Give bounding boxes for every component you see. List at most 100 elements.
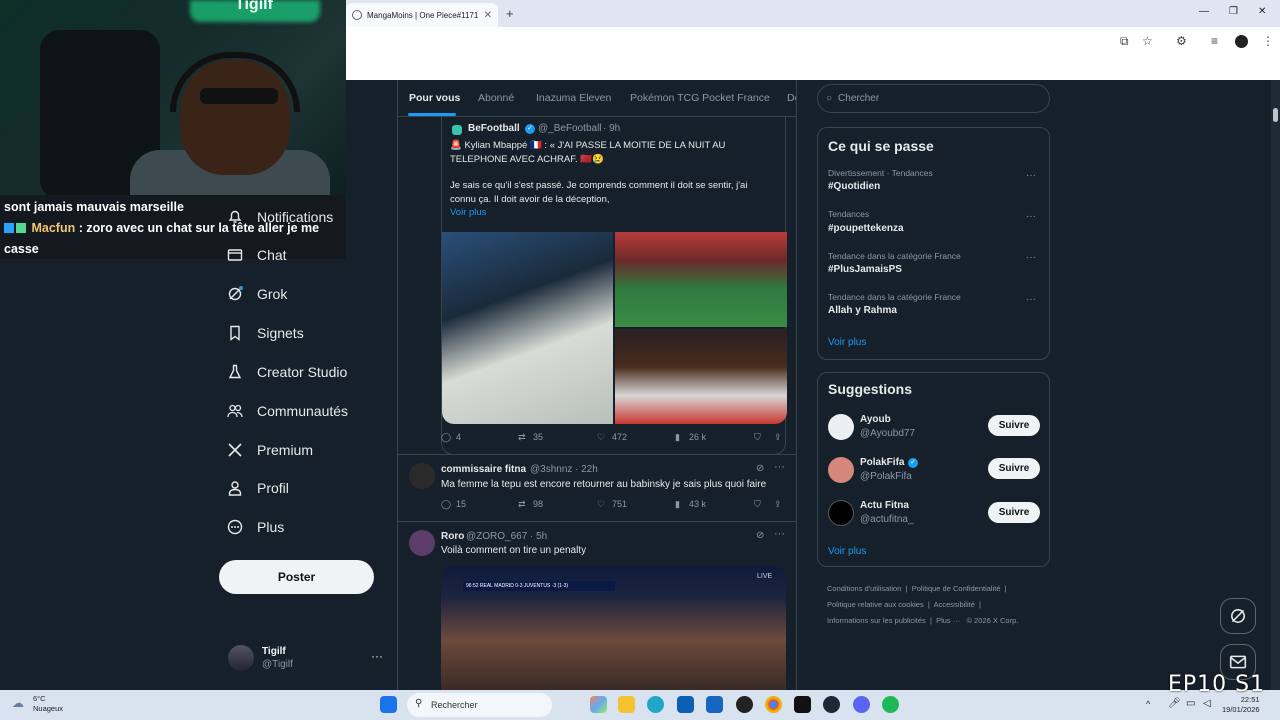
minimize-button[interactable]: —	[1199, 6, 1209, 17]
tiktok-icon[interactable]	[794, 696, 811, 713]
new-tab-button[interactable]: +	[506, 6, 514, 21]
share-icon[interactable]: ⇪	[774, 499, 782, 510]
more-icon[interactable]: ···	[1026, 252, 1036, 263]
taskbar-search[interactable]: ⚲ Rechercher	[407, 693, 552, 717]
views-icon[interactable]: ▮	[675, 499, 680, 510]
microphone-icon[interactable]: 🎤︎	[1168, 698, 1181, 709]
edge-icon[interactable]	[647, 696, 664, 713]
post-handle[interactable]: @ZORO_667	[466, 530, 527, 544]
more-icon[interactable]: ···	[371, 649, 383, 663]
spotify-icon[interactable]	[882, 696, 899, 713]
repost-icon[interactable]: ⇄	[518, 432, 526, 443]
nav-plus[interactable]: Plus	[226, 516, 284, 538]
tab-more[interactable]: Dé	[787, 92, 796, 104]
nav-signets[interactable]: Signets	[226, 322, 304, 344]
cast-icon[interactable]: ⧉	[1120, 34, 1129, 49]
profile-avatar-icon[interactable]	[1235, 35, 1248, 48]
page-scrollbar[interactable]	[1271, 80, 1280, 690]
repost-icon[interactable]: ⇄	[518, 499, 526, 510]
footer-link[interactable]: Accessibilité	[934, 600, 975, 609]
footer-link[interactable]: Conditions d'utilisation	[827, 584, 901, 593]
bookmark-icon[interactable]: ⛉	[754, 432, 761, 443]
trends-see-more-link[interactable]: Voir plus	[828, 337, 866, 348]
nav-communautes[interactable]: Communautés	[226, 400, 348, 422]
volume-icon[interactable]: ◁	[1203, 698, 1211, 709]
windows-start-icon[interactable]	[380, 696, 397, 713]
nav-profil[interactable]: Profil	[226, 477, 289, 499]
nav-grok[interactable]: Grok	[226, 283, 287, 305]
avatar[interactable]	[409, 463, 435, 489]
trend-name[interactable]: #PlusJamaisPS	[828, 264, 902, 275]
chrome-icon[interactable]	[765, 696, 782, 713]
see-more-link[interactable]: Voir plus	[450, 207, 486, 218]
media-icon[interactable]: ≡	[1211, 34, 1218, 48]
avatar[interactable]	[828, 457, 854, 483]
tab-pokemon[interactable]: Pokémon TCG Pocket France	[630, 92, 770, 104]
like-icon[interactable]: ♡	[597, 432, 605, 443]
taskbar-clock[interactable]: 22:51 19/01/2026	[1222, 695, 1260, 715]
avatar[interactable]	[828, 414, 854, 440]
tab-inazuma[interactable]: Inazuma Eleven	[536, 92, 611, 104]
share-icon[interactable]: ⇪	[774, 432, 782, 443]
trend-name[interactable]: #poupettekenza	[828, 223, 904, 234]
chrome-menu-icon[interactable]: ⋮	[1262, 34, 1274, 48]
discord-icon[interactable]	[853, 696, 870, 713]
suggestion-handle[interactable]: @Ayoubd77	[860, 428, 915, 439]
tab-abonne[interactable]: Abonné	[478, 92, 514, 104]
footer-link[interactable]: Informations sur les publicités	[827, 616, 926, 625]
suggestion-name[interactable]: PolakFifa	[860, 457, 904, 468]
avatar[interactable]	[828, 500, 854, 526]
steam-icon[interactable]	[823, 696, 840, 713]
suggestions-see-more-link[interactable]: Voir plus	[828, 546, 866, 557]
more-icon[interactable]: ···	[1026, 211, 1036, 222]
outlook-icon[interactable]	[706, 696, 723, 713]
grok-icon[interactable]: ⊘	[756, 463, 764, 474]
follow-button[interactable]: Suivre	[988, 415, 1040, 436]
post-author[interactable]: BeFootball	[468, 122, 520, 136]
network-icon[interactable]: ▭	[1186, 698, 1195, 709]
tab-close-icon[interactable]: ✕	[484, 10, 492, 21]
store-icon[interactable]	[677, 696, 694, 713]
search-input[interactable]: ○ Chercher	[817, 84, 1050, 113]
nav-chat[interactable]: Chat	[226, 244, 287, 266]
trend-name[interactable]: #Quotidien	[828, 181, 880, 192]
browser-tab[interactable]: MangaMoins | One Piece#1171 ✕	[346, 3, 498, 27]
more-icon[interactable]: ···	[1026, 294, 1036, 305]
maximize-button[interactable]: ❐	[1229, 6, 1238, 17]
bookmark-star-icon[interactable]: ☆	[1142, 34, 1153, 48]
footer-link[interactable]: Politique relative aux cookies	[827, 600, 924, 609]
suggestion-handle[interactable]: @actufitna_	[860, 514, 914, 525]
post-image-mbappe[interactable]	[442, 232, 613, 424]
account-switcher[interactable]: Tigilf @Tigilf ···	[228, 645, 384, 673]
tray-chevron-icon[interactable]: ^	[1146, 699, 1150, 709]
footer-link[interactable]: Politique de Confidentialité	[912, 584, 1001, 593]
bookmark-icon[interactable]: ⛉	[754, 499, 761, 510]
grok-icon[interactable]: ⊘	[756, 530, 764, 541]
suggestion-name[interactable]: Actu Fitna	[860, 500, 909, 511]
post-author[interactable]: Roro	[441, 530, 464, 544]
suggestion-handle[interactable]: @PolakFifa	[860, 471, 912, 482]
reply-icon[interactable]: ◯	[441, 432, 451, 443]
weather-widget[interactable]: ☁ 6°C Nuageux	[12, 694, 63, 714]
post-image-player[interactable]	[615, 329, 787, 424]
obs-icon[interactable]	[736, 696, 753, 713]
like-icon[interactable]: ♡	[597, 499, 605, 510]
avatar[interactable]	[409, 530, 435, 556]
footer-link[interactable]: Plus ···	[936, 616, 960, 625]
suggestion-name[interactable]: Ayoub	[860, 414, 891, 425]
post-image-stadium[interactable]	[615, 232, 787, 327]
scrollbar-thumb[interactable]	[1273, 108, 1278, 122]
more-icon[interactable]: ···	[1026, 170, 1036, 181]
post-video[interactable]: 96:52 REAL MADRID 0-3 JUVENTUS ·3 (1-3) …	[441, 566, 786, 690]
post-handle[interactable]: @_BeFootball	[538, 122, 602, 136]
copilot-icon[interactable]	[590, 696, 607, 713]
post-handle[interactable]: @3shnnz	[530, 463, 572, 477]
extensions-icon[interactable]: ⚙	[1176, 34, 1187, 48]
follow-button[interactable]: Suivre	[988, 502, 1040, 523]
close-window-button[interactable]: ✕	[1258, 6, 1266, 17]
follow-button[interactable]: Suivre	[988, 458, 1040, 479]
post-button[interactable]: Poster	[219, 560, 374, 594]
more-icon[interactable]: ···	[774, 528, 785, 540]
reply-icon[interactable]: ◯	[441, 499, 451, 510]
file-explorer-icon[interactable]	[618, 696, 635, 713]
